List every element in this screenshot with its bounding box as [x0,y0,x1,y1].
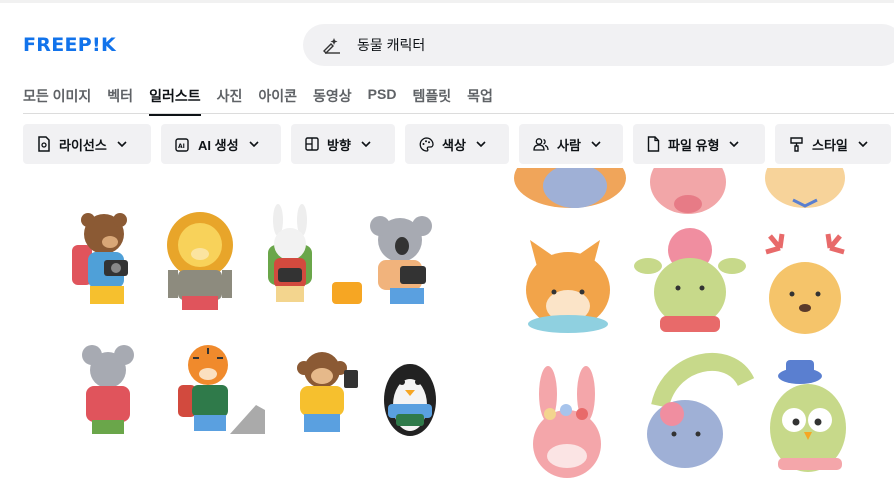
freepik-logo[interactable]: FREEP!K [23,34,116,56]
filter-orientation-label: 방향 [327,137,351,153]
kid-head-partial [765,168,845,208]
chevron-down-icon [729,141,740,147]
tab-videos[interactable]: 동영상 [313,86,352,115]
travelling-animals-illustration[interactable] [60,200,460,450]
people-icon [533,138,549,151]
filter-ai-generated-button[interactable]: AI AI 생성 [161,124,281,164]
chevron-down-icon [476,141,486,147]
tab-photos[interactable]: 사진 [217,86,243,115]
monkey-traveller [297,352,358,432]
tab-all-images[interactable]: 모든 이미지 [23,86,91,115]
chevron-down-icon [248,141,259,147]
tab-psd[interactable]: PSD [368,86,397,115]
elephant-head-partial [514,168,626,208]
ram-head [647,352,755,468]
orientation-icon [305,137,319,151]
penguin-traveller [384,364,436,436]
filter-color-label: 색상 [442,137,466,153]
fox-head [526,240,610,333]
filter-license-label: 라이선스 [59,137,107,153]
filter-license-button[interactable]: 라이선스 [23,124,151,164]
tab-illustrations[interactable]: 일러스트 [149,86,201,116]
filter-bar: 라이선스 AI AI 생성 방향 색상 사람 파일 유형 스타일 [23,124,891,164]
ai-generated-icon: AI [175,137,189,152]
filter-file-type-button[interactable]: 파일 유형 [633,124,765,164]
owl-head [770,360,846,472]
bear-traveller [72,213,128,304]
style-brush-icon [790,137,803,152]
filter-ai-label: AI 생성 [198,137,239,153]
ai-search-icon[interactable] [322,36,342,54]
file-icon [647,136,660,152]
content-type-tabs: 모든 이미지 벡터 일러스트 사진 아이콘 동영상 PSD 템플릿 목업 [23,86,509,116]
chevron-down-icon [858,141,868,147]
filter-people-button[interactable]: 사람 [519,124,623,164]
search-bar[interactable] [303,24,894,66]
bunny-traveller [268,204,312,302]
tab-vectors[interactable]: 벡터 [107,86,133,115]
lion-traveller [167,212,233,310]
filter-file-type-label: 파일 유형 [668,137,720,153]
sheep-head [634,228,746,332]
tabs-divider [23,113,894,114]
rabbit-head [533,366,601,478]
animal-heads-illustration[interactable] [510,168,894,490]
search-input[interactable] [357,34,857,56]
deer-head [765,233,845,334]
top-border [0,0,894,3]
filter-color-button[interactable]: 색상 [405,124,509,164]
svg-text:AI: AI [178,143,185,150]
koala-traveller [332,216,432,304]
filter-style-button[interactable]: 스타일 [775,124,891,164]
mouse-traveller [82,345,134,434]
chevron-down-icon [361,141,371,147]
tab-mockups[interactable]: 목업 [467,86,493,115]
filter-style-label: 스타일 [812,137,848,153]
license-icon [38,136,50,152]
pig-head-partial [650,168,726,214]
chevron-down-icon [117,141,127,147]
palette-icon [419,136,434,152]
chevron-down-icon [591,141,601,147]
tab-templates[interactable]: 템플릿 [412,86,451,115]
tiger-traveller [178,345,265,434]
filter-people-label: 사람 [557,137,581,153]
filter-orientation-button[interactable]: 방향 [291,124,395,164]
tab-icons[interactable]: 아이콘 [258,86,297,115]
